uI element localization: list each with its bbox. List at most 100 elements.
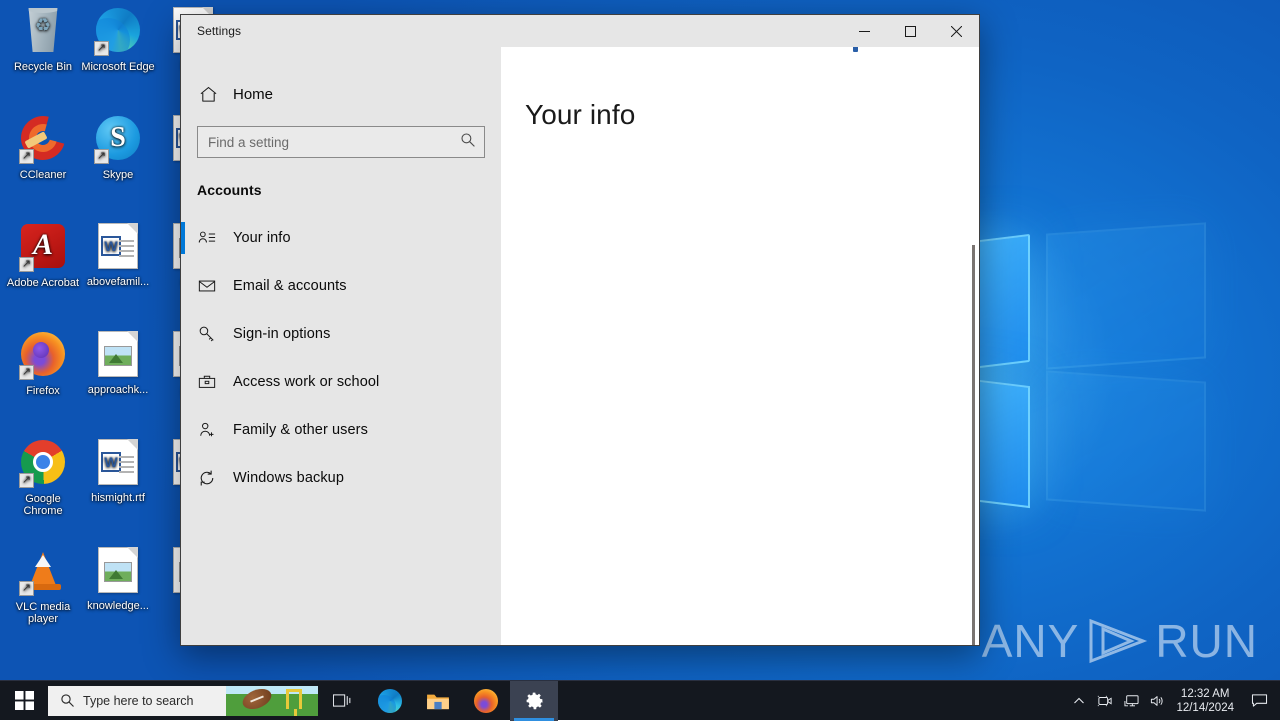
desktop-icon[interactable]: Wabovefamil... (81, 222, 155, 288)
camera-record-icon[interactable] (1092, 681, 1118, 721)
vlc-icon: ↗ (19, 548, 67, 596)
desktop-icon-label: Google Chrome (6, 493, 80, 517)
desktop-icon-label: Skype (81, 169, 155, 181)
sidebar-item-label: Your info (233, 230, 291, 246)
desktop-icon-label: approachk... (81, 384, 155, 396)
system-tray: 12:32 AM 12/14/2024 (1066, 681, 1280, 721)
speaker-icon[interactable] (1144, 681, 1170, 721)
sync-refresh-icon (197, 469, 217, 487)
wallpaper-pane-top-right (1046, 222, 1206, 369)
desktop-icon[interactable]: ↗Firefox (6, 330, 80, 397)
chrome-icon: ↗ (19, 440, 67, 488)
desktop-icon-label: CCleaner (6, 169, 80, 181)
sidebar-item-label: Email & accounts (233, 278, 347, 294)
desktop-icon[interactable]: ↗ Microsoft Edge (81, 6, 155, 73)
network-monitor-icon[interactable] (1118, 681, 1144, 721)
envelope-icon (197, 277, 217, 295)
user-plus-icon (197, 421, 217, 439)
sidebar-item-windows-backup[interactable]: Windows backup (181, 458, 501, 498)
sidebar-home-label: Home (233, 86, 273, 103)
desktop-icon-label: VLC media player (6, 601, 80, 625)
page-title: Your info (501, 47, 979, 131)
user-card-icon (197, 229, 217, 247)
image-file-icon (94, 331, 142, 379)
sidebar-item-label: Family & other users (233, 422, 368, 438)
word-document-icon: W (94, 223, 142, 271)
sidebar-item-sign-in-options[interactable]: Sign-in options (181, 314, 501, 354)
desktop-icon-label: Microsoft Edge (81, 61, 155, 73)
file-explorer-button[interactable] (414, 681, 462, 721)
sidebar-item-label: Access work or school (233, 374, 379, 390)
desktop-icon-label: Recycle Bin (6, 61, 80, 73)
settings-window[interactable]: Settings Home (180, 14, 980, 646)
sidebar-home-item[interactable]: Home (181, 75, 501, 114)
desktop-icon[interactable]: ↗ VLC media player (6, 546, 80, 625)
minimize-button[interactable] (841, 15, 887, 47)
skype-icon: S↗ (94, 116, 142, 164)
desktop-icon[interactable]: ♻ Recycle Bin (6, 6, 80, 73)
search-input[interactable] (208, 135, 460, 150)
shortcut-overlay-icon: ↗ (19, 581, 34, 596)
briefcase-icon (197, 373, 217, 391)
settings-search-wrap (181, 114, 501, 158)
adobe-acrobat-icon: A↗ (19, 224, 67, 272)
settings-content-pane: Your info (501, 47, 979, 645)
settings-search-box[interactable] (197, 126, 485, 158)
mouse-cursor (853, 47, 858, 52)
key-icon (197, 325, 217, 343)
settings-button[interactable] (510, 681, 558, 721)
sidebar-item-access-work-or-school[interactable]: Access work or school (181, 362, 501, 402)
edge-icon: ↗ (94, 8, 142, 56)
sidebar-item-family-other-users[interactable]: Family & other users (181, 410, 501, 450)
window-body: Home Accounts Your infoEmail & accountsS… (181, 47, 979, 645)
microsoft-edge-button[interactable] (366, 681, 414, 721)
football-field-graphic-icon (226, 686, 318, 716)
desktop-icon[interactable]: knowledge... (81, 546, 155, 612)
maximize-button[interactable] (887, 15, 933, 47)
window-controls (841, 15, 979, 47)
desktop-icon[interactable]: A↗ Adobe Acrobat (6, 222, 80, 289)
desktop-icon[interactable]: ↗ Google Chrome (6, 438, 80, 517)
desktop-icon[interactable]: S↗ Skype (81, 114, 155, 181)
taskbar-clock[interactable]: 12:32 AM 12/14/2024 (1170, 687, 1244, 715)
window-title: Settings (181, 15, 241, 38)
shortcut-overlay-icon: ↗ (94, 149, 109, 164)
desktop-icon-label: knowledge... (81, 600, 155, 612)
play-triangle-logo-icon (1085, 617, 1149, 665)
settings-nav-list: Your info Email & accounts Sign-in options… (181, 218, 501, 498)
desktop-icon-label: Adobe Acrobat (6, 277, 80, 289)
shortcut-overlay-icon: ↗ (19, 365, 34, 380)
clock-date: 12/14/2024 (1176, 701, 1234, 715)
task-view-button[interactable] (318, 681, 366, 721)
desktop-icon[interactable]: ↗ CCleaner (6, 114, 80, 181)
sidebar-item-label: Windows backup (233, 470, 344, 486)
content-scrollbar[interactable] (972, 245, 975, 645)
sidebar-item-your-info[interactable]: Your info (181, 218, 501, 258)
sidebar-item-email-accounts[interactable]: Email & accounts (181, 266, 501, 306)
desktop-icon-label: hismight.rtf (81, 492, 155, 504)
taskbar-search-box[interactable]: Type here to search (48, 686, 318, 716)
desktop-icon[interactable]: Whismight.rtf (81, 438, 155, 504)
clock-time: 12:32 AM (1176, 687, 1234, 701)
window-titlebar[interactable]: Settings (181, 15, 979, 47)
desktop-icon[interactable]: approachk... (81, 330, 155, 396)
search-icon[interactable] (460, 132, 476, 153)
word-document-icon: W (94, 439, 142, 487)
home-icon (197, 85, 219, 104)
anyrun-watermark: ANY RUN (982, 614, 1258, 668)
shortcut-overlay-icon: ↗ (19, 473, 34, 488)
wallpaper-pane-bottom-right (1046, 370, 1206, 511)
desktop-icon-label: abovefamil... (81, 276, 155, 288)
taskbar[interactable]: Type here to search (0, 680, 1280, 720)
firefox-icon: ↗ (19, 332, 67, 380)
search-icon (48, 693, 83, 708)
close-button[interactable] (933, 15, 979, 47)
chevron-up-icon[interactable] (1066, 681, 1092, 721)
recycle-bin-icon: ♻ (19, 8, 67, 56)
settings-sidebar: Home Accounts Your infoEmail & accountsS… (181, 47, 501, 645)
shortcut-overlay-icon: ↗ (94, 41, 109, 56)
start-button[interactable] (0, 681, 48, 721)
notification-center-icon[interactable] (1244, 681, 1274, 721)
shortcut-overlay-icon: ↗ (19, 149, 34, 164)
firefox-button[interactable] (462, 681, 510, 721)
